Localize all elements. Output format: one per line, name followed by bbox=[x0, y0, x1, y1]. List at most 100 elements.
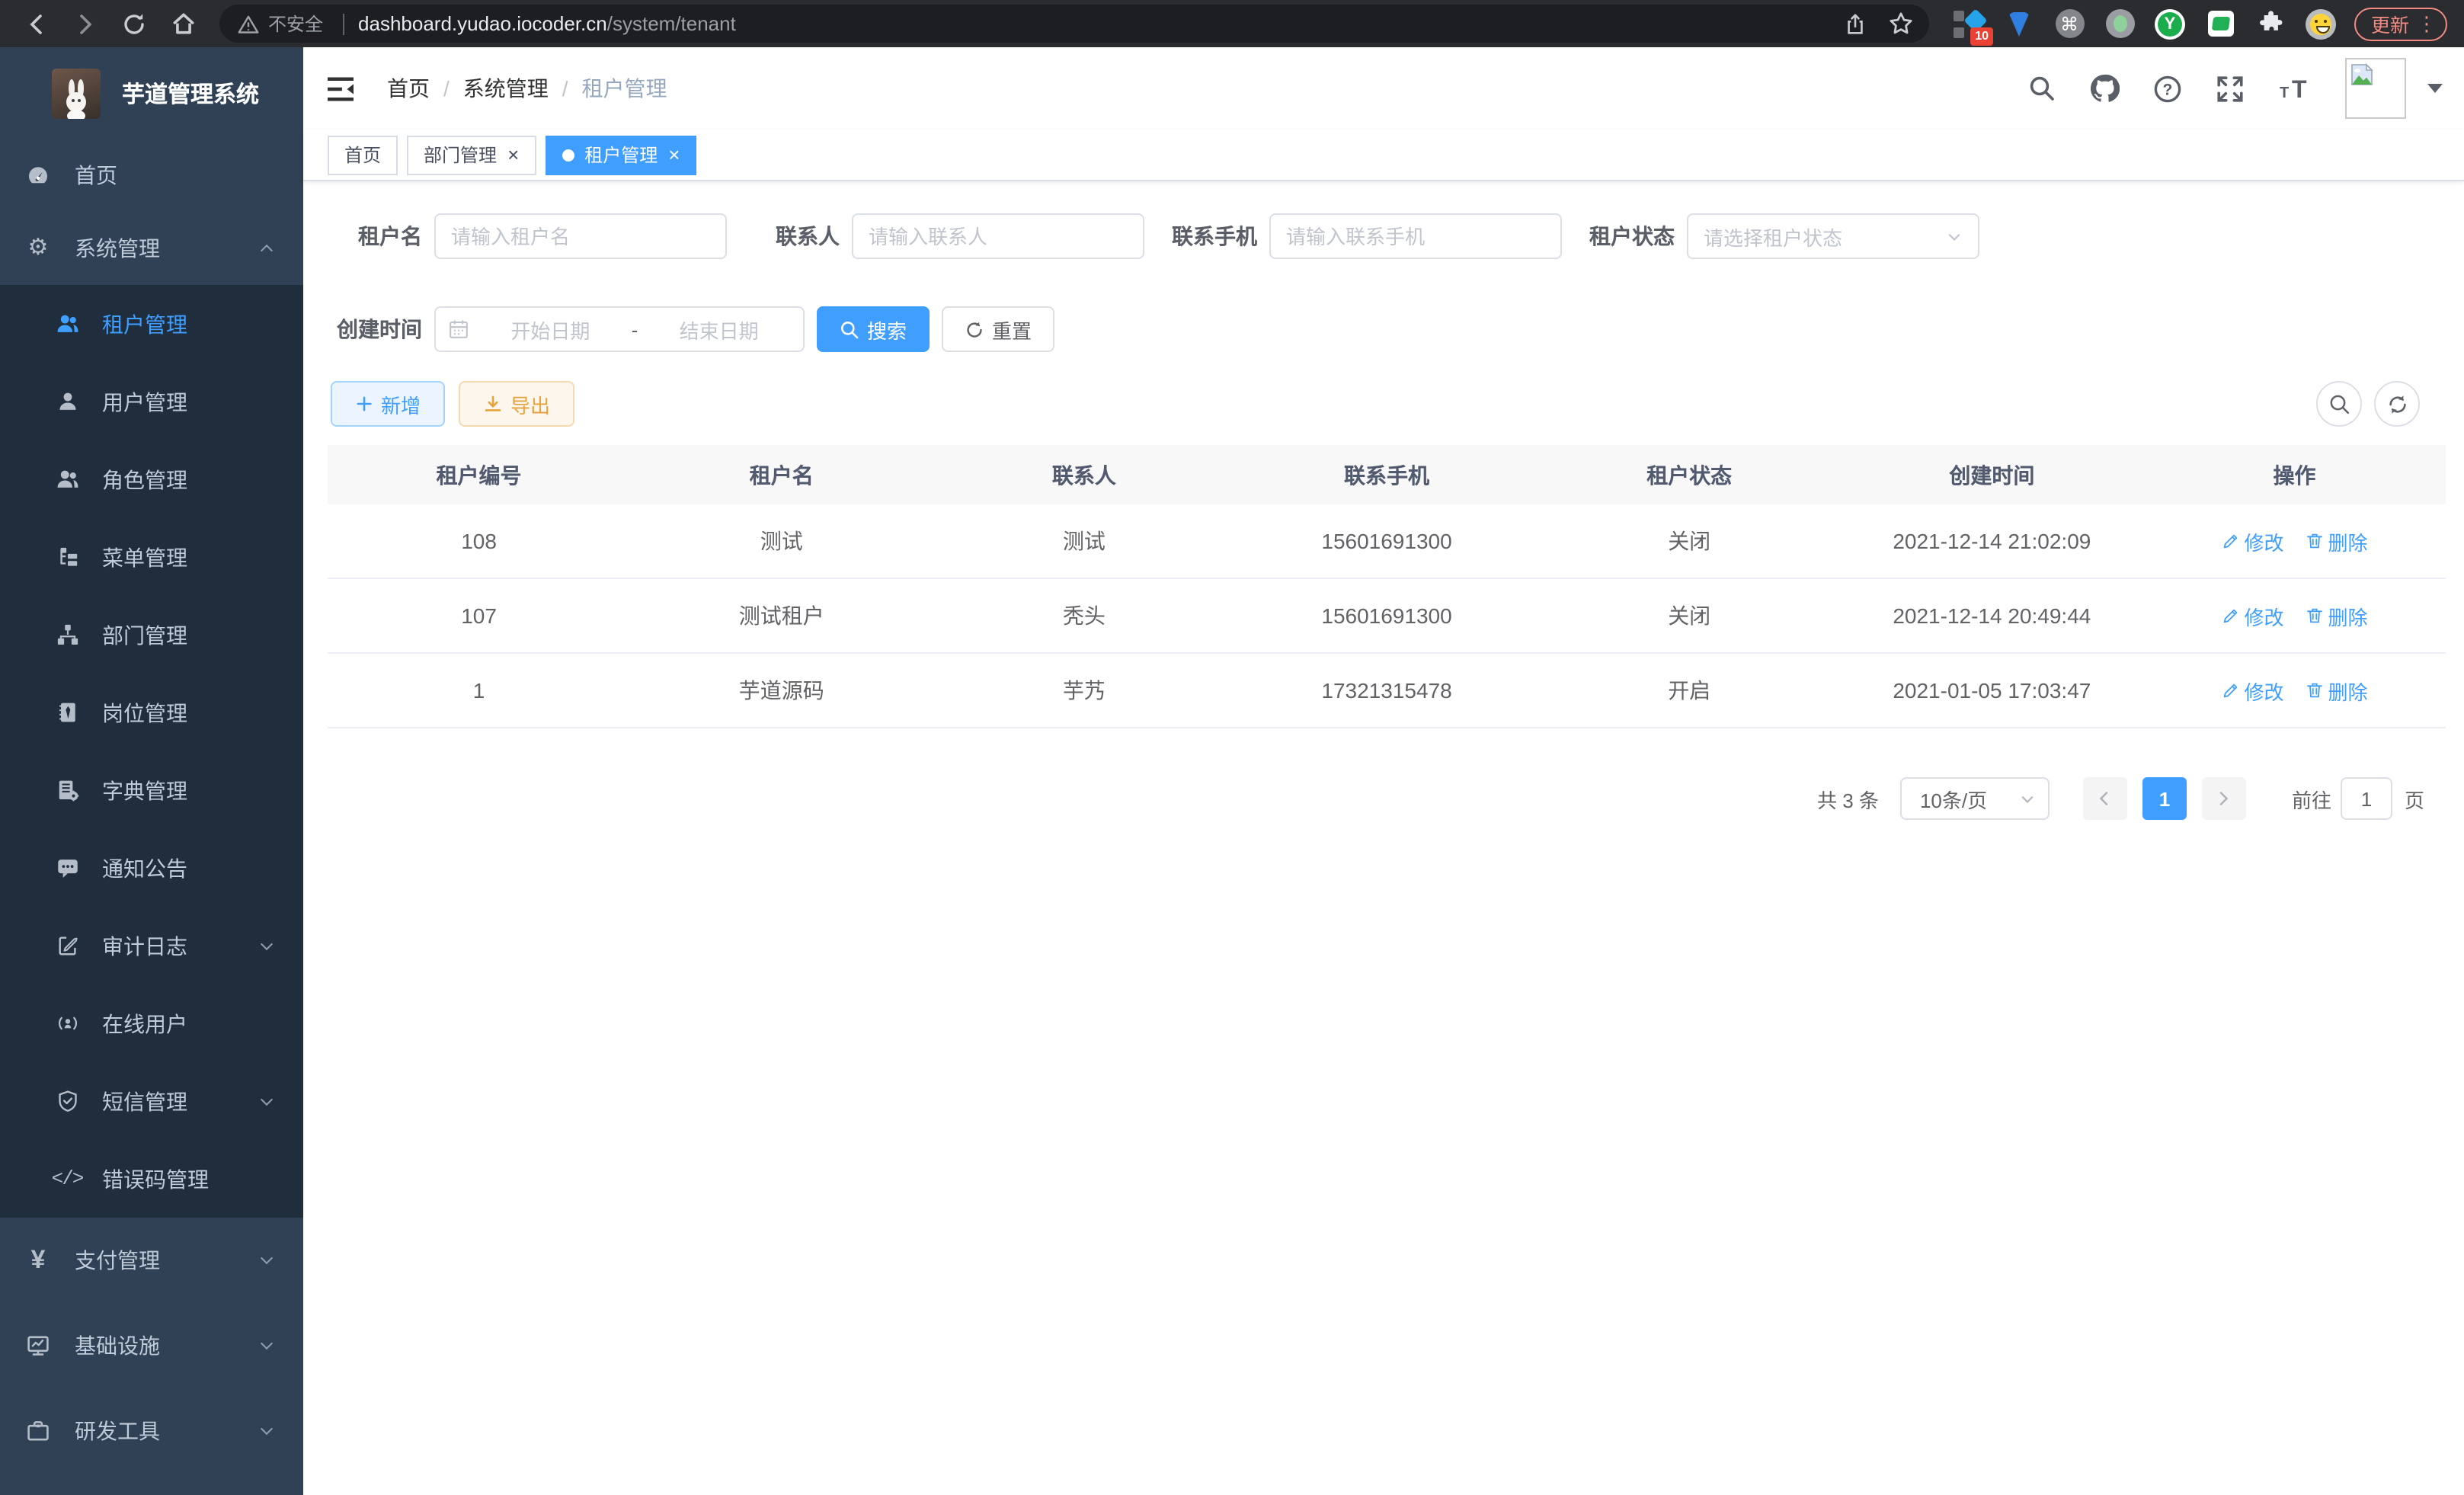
chevron-down-icon bbox=[258, 936, 276, 955]
search-icon[interactable] bbox=[2028, 75, 2056, 102]
sidebar-item-label: 在线用户 bbox=[102, 1008, 187, 1039]
url-text[interactable]: dashboard.yudao.iocoder.cn/system/tenant bbox=[358, 12, 736, 35]
sidebar-item-payment[interactable]: ¥ 支付管理 bbox=[0, 1218, 303, 1303]
profile-avatar-icon[interactable] bbox=[2306, 8, 2336, 39]
share-icon[interactable] bbox=[1844, 11, 1867, 36]
sidebar-item-menu[interactable]: 菜单管理 bbox=[0, 518, 303, 596]
phone-label: 联系手机 bbox=[1163, 221, 1257, 251]
show-search-toggle-button[interactable] bbox=[2316, 381, 2362, 427]
page-unit-label: 页 bbox=[2405, 784, 2424, 813]
browser-update-button[interactable]: 更新 ⋮ bbox=[2354, 7, 2447, 40]
address-bar[interactable]: 不安全 dashboard.yudao.iocoder.cn/system/te… bbox=[219, 5, 1929, 43]
tenant-name-input[interactable] bbox=[434, 213, 727, 259]
org-chart-icon bbox=[55, 623, 79, 647]
fullscreen-icon[interactable] bbox=[2216, 74, 2245, 103]
contact-input[interactable] bbox=[852, 213, 1144, 259]
sidebar-item-audit-log[interactable]: 审计日志 bbox=[0, 907, 303, 984]
edit-link[interactable]: 修改 bbox=[2221, 676, 2283, 705]
sidebar-item-dict[interactable]: 字典管理 bbox=[0, 751, 303, 829]
phone-input[interactable] bbox=[1269, 213, 1562, 259]
browser-menu-icon[interactable]: ⋮ bbox=[2417, 11, 2437, 36]
active-dot bbox=[562, 149, 574, 161]
reload-icon[interactable] bbox=[119, 8, 149, 39]
edit-link[interactable]: 修改 bbox=[2221, 601, 2283, 630]
users-icon bbox=[55, 312, 79, 336]
create-time-range-picker[interactable]: 开始日期 - 结束日期 bbox=[434, 306, 805, 352]
edit-link[interactable]: 修改 bbox=[2221, 527, 2283, 555]
cell-phone: 15601691300 bbox=[1235, 529, 1538, 553]
app-title: 芋道管理系统 bbox=[122, 77, 259, 109]
sidebar-item-tenant[interactable]: 租户管理 bbox=[0, 285, 303, 363]
page-size-select[interactable]: 10条/页 bbox=[1900, 777, 2050, 820]
extension-command-icon[interactable]: ⌘ bbox=[2054, 8, 2085, 39]
cell-status: 开启 bbox=[1538, 675, 1841, 706]
breadcrumb-system[interactable]: 系统管理 bbox=[463, 73, 549, 104]
sidebar-item-dept[interactable]: 部门管理 bbox=[0, 596, 303, 674]
end-date-placeholder[interactable]: 结束日期 bbox=[647, 315, 791, 344]
extension-chat-icon[interactable] bbox=[2205, 8, 2235, 39]
next-page-button[interactable] bbox=[2202, 777, 2246, 820]
search-button[interactable]: 搜索 bbox=[817, 306, 930, 352]
svg-text:T: T bbox=[2292, 75, 2307, 102]
users-icon bbox=[55, 467, 79, 491]
delete-link[interactable]: 删除 bbox=[2306, 601, 2368, 630]
page-number-button[interactable]: 1 bbox=[2142, 777, 2187, 820]
sidebar-item-dev-tools[interactable]: 研发工具 bbox=[0, 1388, 303, 1474]
create-time-label: 创建时间 bbox=[328, 314, 422, 344]
export-button[interactable]: 导出 bbox=[459, 381, 574, 427]
bookmark-star-icon[interactable] bbox=[1888, 11, 1914, 37]
goto-page-input[interactable] bbox=[2341, 777, 2392, 820]
extensions-puzzle-icon[interactable] bbox=[2255, 8, 2286, 39]
avatar-dropdown-icon[interactable] bbox=[2427, 84, 2443, 93]
dashboard-icon bbox=[26, 163, 50, 187]
breadcrumb-home[interactable]: 首页 bbox=[387, 73, 430, 104]
cell-phone: 15601691300 bbox=[1235, 603, 1538, 628]
delete-link[interactable]: 删除 bbox=[2306, 676, 2368, 705]
prev-page-button[interactable] bbox=[2083, 777, 2127, 820]
sidebar-item-home[interactable]: 首页 bbox=[0, 139, 303, 212]
font-size-icon[interactable]: TT bbox=[2278, 75, 2312, 102]
sidebar-item-label: 短信管理 bbox=[102, 1086, 187, 1116]
close-icon[interactable]: × bbox=[507, 145, 519, 165]
tab-home[interactable]: 首页 bbox=[328, 135, 398, 174]
help-icon[interactable]: ? bbox=[2153, 74, 2182, 103]
close-icon[interactable]: × bbox=[668, 145, 680, 165]
tab-dept[interactable]: 部门管理 × bbox=[407, 135, 536, 174]
extension-camera-icon[interactable] bbox=[2104, 8, 2135, 39]
sidebar-logo[interactable]: 芋道管理系统 bbox=[0, 47, 303, 139]
home-icon[interactable] bbox=[168, 8, 198, 39]
forward-icon[interactable] bbox=[70, 8, 101, 39]
sidebar-item-label: 支付管理 bbox=[75, 1245, 160, 1276]
sidebar-item-infrastructure[interactable]: 基础设施 bbox=[0, 1303, 303, 1388]
sidebar-item-user[interactable]: 用户管理 bbox=[0, 363, 303, 440]
extension-kite-icon[interactable] bbox=[2004, 8, 2034, 39]
sidebar-item-post[interactable]: 岗位管理 bbox=[0, 674, 303, 751]
security-label[interactable]: 不安全 bbox=[268, 11, 323, 37]
sidebar-item-error-code[interactable]: </> 错误码管理 bbox=[0, 1140, 303, 1218]
github-icon[interactable] bbox=[2089, 73, 2120, 104]
shield-check-icon bbox=[55, 1089, 79, 1113]
start-date-placeholder[interactable]: 开始日期 bbox=[478, 315, 622, 344]
security-warning-icon[interactable] bbox=[238, 13, 259, 34]
tab-tenant[interactable]: 租户管理 × bbox=[545, 135, 696, 174]
svg-text:T: T bbox=[2280, 85, 2289, 101]
add-button[interactable]: 新增 bbox=[331, 381, 445, 427]
extension-sidebar-icon[interactable]: 10 bbox=[1954, 8, 1984, 39]
user-avatar[interactable] bbox=[2345, 58, 2406, 119]
refresh-table-button[interactable] bbox=[2374, 381, 2420, 427]
status-label: 租户状态 bbox=[1580, 221, 1675, 251]
back-icon[interactable] bbox=[21, 8, 52, 39]
sidebar-item-label: 通知公告 bbox=[102, 853, 187, 883]
reset-button[interactable]: 重置 bbox=[942, 306, 1054, 352]
sidebar-item-system[interactable]: ⚙ 系统管理 bbox=[0, 212, 303, 285]
sidebar-item-online-users[interactable]: 在线用户 bbox=[0, 984, 303, 1062]
sidebar-collapse-icon[interactable] bbox=[326, 75, 355, 101]
status-select[interactable]: 请选择租户状态 bbox=[1687, 213, 1979, 259]
chevron-down-icon bbox=[2019, 790, 2036, 807]
sidebar-item-notice[interactable]: 通知公告 bbox=[0, 829, 303, 907]
sidebar-item-sms[interactable]: 短信管理 bbox=[0, 1062, 303, 1140]
delete-link[interactable]: 删除 bbox=[2306, 527, 2368, 555]
address-divider bbox=[343, 13, 344, 34]
extension-y-icon[interactable]: Y bbox=[2155, 8, 2185, 39]
sidebar-item-role[interactable]: 角色管理 bbox=[0, 440, 303, 518]
